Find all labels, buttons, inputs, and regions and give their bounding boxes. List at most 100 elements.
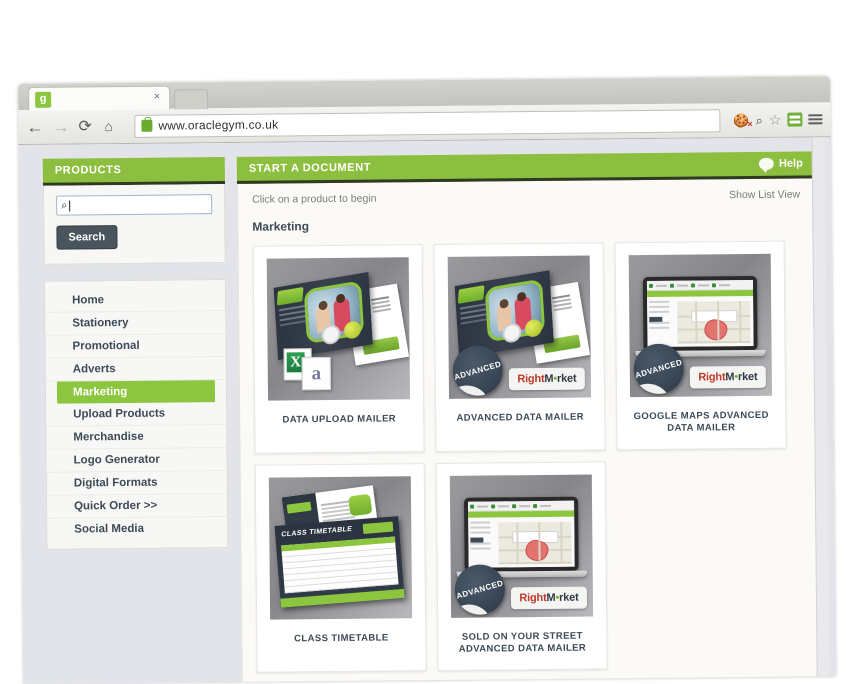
product-card[interactable]: X a DATA UPLOAD MAILER xyxy=(252,244,425,454)
product-thumbnail-class-timetable: CLASS TIMETABLE xyxy=(268,476,413,620)
sticker-curl xyxy=(633,381,671,395)
page-viewport: PRODUCTS ⌕ Search Home Stationery Promot… xyxy=(18,137,836,684)
sidebar-item-home[interactable]: Home xyxy=(44,288,226,313)
brochure-logo-tab xyxy=(457,285,485,304)
sidebar-item-stationery[interactable]: Stationery xyxy=(45,311,226,336)
app-body xyxy=(647,295,754,347)
rightmarket-part-1: Right xyxy=(519,591,547,605)
product-thumbnail-sold-on-your-street: ADVANCED Right M • rket xyxy=(449,474,594,618)
sticker-curl xyxy=(454,602,492,615)
timetable-title: CLASS TIMETABLE xyxy=(280,525,353,539)
map-selection-polygon xyxy=(704,319,728,341)
address-bar-url: www.oraclegym.co.uk xyxy=(158,117,279,133)
rightmarket-part-2: M xyxy=(725,371,735,384)
advanced-badge-label: ADVANCED xyxy=(453,359,503,382)
timetable-grid xyxy=(281,536,399,594)
sidebar-item-logo-generator[interactable]: Logo Generator xyxy=(46,448,227,473)
sidebar-item-upload-products[interactable]: Upload Products xyxy=(46,402,227,427)
sidebar-item-social-media[interactable]: Social Media xyxy=(47,517,227,541)
advanced-badge: ADVANCED xyxy=(633,343,685,395)
product-label: DATA UPLOAD MAILER xyxy=(282,413,397,426)
browser-tab[interactable]: g × xyxy=(28,85,171,111)
product-card[interactable]: CLASS TIMETABLE CLASS TIMETABLE xyxy=(254,463,427,673)
sidebar-item-merchandise[interactable]: Merchandise xyxy=(46,425,227,450)
product-grid: X a DATA UPLOAD MAILER ADVANCED Right M … xyxy=(238,228,818,673)
main-content: START A DOCUMENT Help Click on a product… xyxy=(236,151,820,683)
back-sheet-graphic xyxy=(348,493,373,517)
letter-text-lines xyxy=(552,294,571,299)
show-list-view-link[interactable]: Show List View xyxy=(729,188,800,201)
sidebar-item-digital-formats[interactable]: Digital Formats xyxy=(46,471,227,496)
sidebar-item-quick-order[interactable]: Quick Order >> xyxy=(46,494,228,519)
product-card[interactable]: ADVANCED Right M • rket SOLD ON YOUR STREET… xyxy=(435,461,608,671)
back-icon[interactable]: ← xyxy=(26,117,43,136)
brochure-badge xyxy=(320,323,341,346)
sidebar: PRODUCTS ⌕ Search Home Stationery Promot… xyxy=(42,157,229,550)
rightmarket-part-4: rket xyxy=(737,370,758,384)
laptop-screen-content xyxy=(646,279,754,347)
help-button[interactable]: Help xyxy=(758,157,803,170)
reload-icon[interactable]: ⟳ xyxy=(78,118,95,135)
cookie-x-mark: × xyxy=(747,118,753,129)
brochure-text-lines xyxy=(459,302,488,310)
sidebar-nav: Home Stationery Promotional Adverts Mark… xyxy=(43,279,229,550)
sidebar-header: PRODUCTS xyxy=(42,157,225,186)
brochure-badge xyxy=(501,321,522,344)
access-file-icon: a xyxy=(301,357,331,391)
address-bar[interactable]: www.oraclegym.co.uk xyxy=(134,108,721,138)
brochure-logo-tab xyxy=(276,286,304,306)
letter-text-lines xyxy=(371,296,390,301)
product-label: CLASS TIMETABLE xyxy=(294,632,389,645)
sidebar-nav-list: Home Stationery Promotional Adverts Mark… xyxy=(44,288,228,541)
rightmarket-part-4: rket xyxy=(559,591,579,604)
lock-icon xyxy=(141,119,153,132)
search-input[interactable]: ⌕ xyxy=(56,194,213,216)
product-card[interactable]: ADVANCED Right M • rket GOOGLE MAPS ADVANCE… xyxy=(614,240,787,451)
sidebar-item-promotional[interactable]: Promotional xyxy=(45,334,226,359)
search-panel: ⌕ Search xyxy=(42,184,226,265)
close-icon[interactable]: × xyxy=(154,91,161,103)
home-icon[interactable]: ⌂ xyxy=(104,118,121,135)
rightmarket-part-4: rket xyxy=(556,372,577,385)
app-body xyxy=(468,516,575,568)
instruction-text: Click on a product to begin xyxy=(252,192,377,206)
product-card[interactable]: ADVANCED Right M • rket ADVANCED DATA MAILE… xyxy=(433,242,606,453)
search-button[interactable]: Search xyxy=(56,225,118,250)
rightmarket-logo: Right M • rket xyxy=(689,365,766,389)
laptop-screen xyxy=(463,496,579,572)
advanced-badge: ADVANCED xyxy=(454,564,506,615)
forward-icon[interactable]: → xyxy=(52,117,69,136)
map-selection-polygon xyxy=(525,539,549,562)
timetable-brand-logo xyxy=(362,521,394,534)
product-label: GOOGLE MAPS ADVANCED DATA MAILER xyxy=(633,409,769,434)
laptop-screen-content xyxy=(468,500,575,568)
sidebar-item-marketing[interactable]: Marketing xyxy=(56,380,216,404)
sticker-curl xyxy=(452,383,490,396)
brochure-text-lines xyxy=(278,304,307,312)
new-tab-button[interactable] xyxy=(174,89,209,110)
product-thumbnail-google-maps-advanced: ADVANCED Right M • rket xyxy=(628,253,773,398)
advanced-badge-label: ADVANCED xyxy=(634,357,684,381)
cookie-blocked-icon[interactable]: 🍪 × xyxy=(733,112,753,129)
map-canvas xyxy=(498,521,572,565)
brochure-ball-graphic xyxy=(524,318,543,339)
page-content: PRODUCTS ⌕ Search Home Stationery Promot… xyxy=(25,137,830,684)
rightmarket-part-1: Right xyxy=(698,371,726,384)
product-thumbnail-advanced-data-mailer: ADVANCED Right M • rket xyxy=(447,255,592,399)
rightmarket-part-2: M xyxy=(546,591,556,604)
zoom-search-icon[interactable]: ⌕ xyxy=(755,112,762,127)
bookmark-star-icon[interactable]: ☆ xyxy=(769,112,782,128)
browser-menu-icon[interactable] xyxy=(808,114,822,125)
app-side-column xyxy=(470,521,495,552)
map-canvas xyxy=(677,300,751,344)
sidebar-title: PRODUCTS xyxy=(54,164,122,177)
access-a-glyph: a xyxy=(311,363,322,385)
speech-bubble-icon xyxy=(758,157,775,170)
sidebar-item-adverts[interactable]: Adverts xyxy=(45,357,226,382)
laptop-screen xyxy=(642,275,758,352)
rightmarket-part-1: Right xyxy=(517,372,545,386)
rightmarket-logo: Right M • rket xyxy=(510,586,588,610)
site-favicon-icon: g xyxy=(35,91,52,108)
page-title: START A DOCUMENT xyxy=(248,161,372,175)
extension-icon[interactable] xyxy=(787,112,803,127)
